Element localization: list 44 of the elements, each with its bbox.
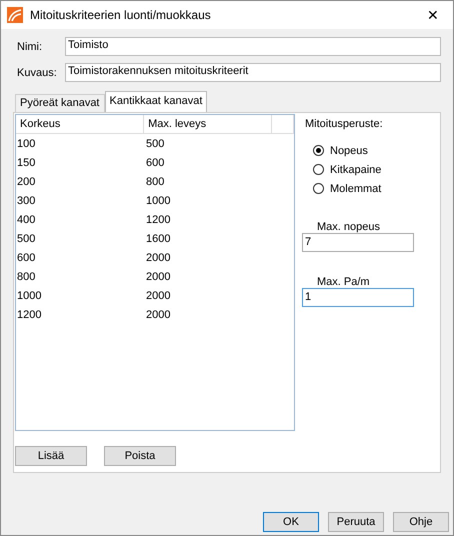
field-label: Nimi:: [16, 40, 44, 52]
window-title: Mitoituskriteerien luonti/muokkaus: [30, 8, 212, 22]
table-cell-text: 600: [145, 156, 166, 168]
tab[interactable]: Kantikkaat kanavat: [104, 91, 208, 112]
table-cell-text: 150: [16, 156, 36, 168]
table-cell-text: 1000: [145, 194, 172, 206]
table-cell-text: 200: [16, 176, 36, 188]
table-cell-text: 300: [16, 194, 36, 206]
table-cell-text: 500: [16, 232, 36, 244]
radio-option[interactable]: Nopeus: [313, 144, 414, 157]
table-cell-text: 1600: [145, 232, 172, 244]
table-cell-text: 2000: [145, 290, 172, 302]
table-cell-text: 500: [145, 138, 166, 150]
table-button[interactable]: Lisää: [15, 446, 87, 466]
table-cell-text: 800: [145, 176, 166, 188]
input-label: Max. nopeus: [316, 221, 381, 235]
table-cell-text: 1200: [16, 308, 42, 320]
table-cell-text: 600: [16, 252, 36, 264]
table-cell-text: 1000: [16, 290, 42, 302]
dialog-button[interactable]: Ohje: [393, 512, 449, 532]
close-icon[interactable]: ✕: [419, 7, 447, 23]
table-cell-text: 2000: [145, 308, 172, 320]
table-cell-text: 2000: [145, 252, 172, 264]
table-cell-text: 100: [16, 138, 36, 150]
table-cell-text: 800: [16, 270, 36, 282]
column-header[interactable]: Max. leveys: [144, 115, 272, 133]
table-cell-text: 1200: [145, 214, 172, 226]
dialog-button[interactable]: OK: [263, 512, 319, 532]
app-logo-icon: [7, 7, 23, 23]
input-field[interactable]: 1: [302, 288, 414, 307]
group-label: Mitoitusperuste:: [305, 118, 384, 130]
text-field[interactable]: Toimisto: [65, 37, 441, 56]
table-cell-text: 400: [16, 214, 36, 226]
radio-option[interactable]: Molemmat: [313, 182, 414, 195]
column-header[interactable]: Korkeus: [16, 115, 144, 133]
tab[interactable]: Pyöreät kanavat: [15, 94, 104, 112]
table-button[interactable]: Poista: [104, 446, 176, 466]
input-field[interactable]: 7: [302, 233, 414, 252]
radio-option[interactable]: Kitkapaine: [313, 163, 414, 176]
table-cell-text: 2000: [145, 270, 172, 282]
text-field[interactable]: Toimistorakennuksen mitoituskriteerit: [65, 63, 441, 82]
field-label: Kuvaus:: [16, 66, 58, 78]
dialog-button[interactable]: Peruuta: [328, 512, 384, 532]
input-label: Max. Pa/m: [316, 276, 371, 290]
